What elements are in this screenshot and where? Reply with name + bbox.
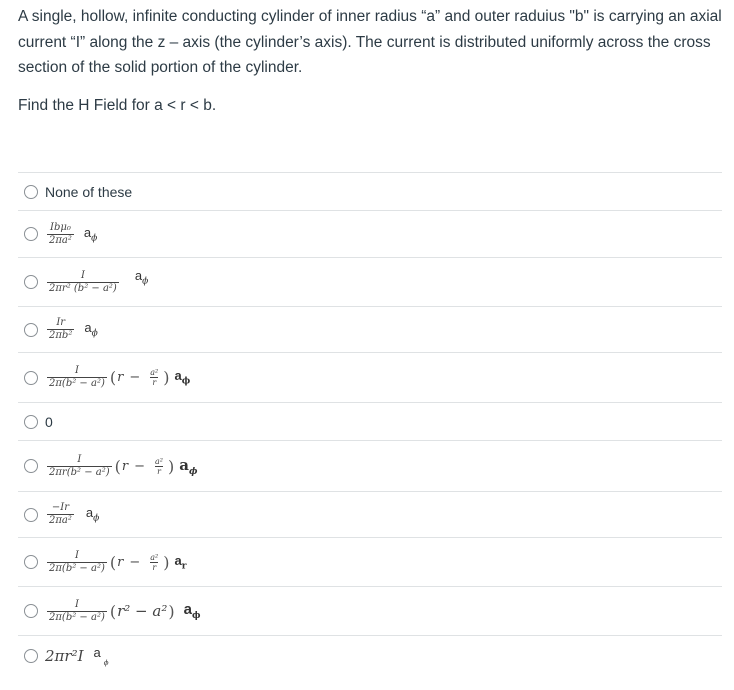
operator: − — [134, 458, 146, 474]
denominator: r — [155, 465, 163, 476]
question-body: A single, hollow, infinite conducting cy… — [18, 8, 722, 76]
unit-vector: aϕ — [179, 455, 198, 477]
numerator: a² — [150, 552, 159, 562]
math-expression: I 2π(b² − a²) (r − a² r ) aϕ — [47, 365, 191, 390]
denominator: 2πr(b² − a²) — [47, 465, 112, 478]
answer-option[interactable]: Ir 2πb² aϕ — [18, 307, 722, 352]
radio-button[interactable] — [24, 184, 38, 199]
unit-vector: aϕ — [93, 645, 109, 667]
inner-variable: r — [121, 458, 129, 474]
radio-button[interactable] — [24, 649, 38, 663]
unit-vector: aϕ — [83, 224, 98, 244]
denominator: 2πr² (b² − a²) — [47, 281, 119, 294]
numerator: −Ir — [51, 502, 69, 513]
unit-vector: aϕ — [134, 267, 149, 287]
radio-button[interactable] — [24, 507, 38, 522]
denominator: 2πa² — [47, 233, 74, 246]
inner-variable: r — [117, 554, 124, 570]
fraction: Ir 2πb² — [47, 317, 75, 342]
inner-expression: r² − a² — [117, 602, 168, 620]
numerator: a² — [150, 368, 159, 377]
fraction: I 2πr(b² − a²) — [47, 454, 112, 479]
unit-vector: aϕ — [84, 320, 98, 339]
numerator: I — [77, 453, 82, 465]
unit-vector: aϕ — [183, 601, 201, 621]
answer-label: None of these — [45, 183, 133, 200]
math-expression: I 2πr² (b² − a²) aϕ — [45, 267, 149, 295]
answer-label: 0 — [45, 413, 53, 430]
fraction: I 2π(b² − a²) — [47, 365, 107, 390]
numerator: I — [80, 269, 85, 281]
answer-option[interactable]: Ibμ₀ 2πa² aϕ — [18, 211, 722, 257]
operator: − — [129, 554, 141, 570]
math-expression: I 2π(b² − a²) (r² − a²) aϕ — [47, 598, 201, 624]
denominator: 2π(b² − a²) — [47, 561, 107, 574]
radio-button[interactable] — [24, 275, 38, 289]
answer-option-zero[interactable]: 0 — [18, 403, 722, 440]
answer-option[interactable]: 2πr²I aϕ — [18, 636, 722, 676]
question-prompt: Find the H Field for a < r < b. — [18, 96, 217, 114]
radio-button[interactable] — [24, 414, 38, 429]
answer-option-none-of-these[interactable]: None of these — [18, 173, 722, 210]
radio-button[interactable] — [24, 604, 38, 618]
numerator: Ir — [56, 317, 66, 328]
expression: 2πr²I — [45, 647, 84, 665]
unit-vector: aϕ — [85, 505, 100, 524]
answer-option[interactable]: I 2πr² (b² − a²) aϕ — [18, 258, 722, 306]
math-expression: 2πr²I aϕ — [45, 645, 109, 667]
answer-option[interactable]: I 2πr(b² − a²) (r − a² r ) aϕ — [18, 441, 722, 491]
radio-button[interactable] — [24, 370, 38, 385]
radio-button[interactable] — [24, 322, 38, 337]
fraction: Ibμ₀ 2πa² — [47, 222, 74, 247]
answer-option[interactable]: I 2π(b² − a²) (r − a² r ) aϕ — [18, 353, 722, 402]
radio-button[interactable] — [24, 459, 38, 473]
fraction: I 2π(b² − a²) — [47, 599, 107, 624]
inner-fraction: a² r — [148, 553, 160, 572]
radio-button[interactable] — [24, 227, 38, 241]
numerator: I — [74, 365, 79, 376]
numerator: I — [74, 549, 79, 561]
question-text-block: A single, hollow, infinite conducting cy… — [18, 4, 723, 118]
answer-option[interactable]: I 2π(b² − a²) (r² − a²) aϕ — [18, 587, 722, 635]
inner-fraction: a² r — [148, 368, 160, 387]
math-expression: Ir 2πb² aϕ — [45, 317, 98, 342]
operator: − — [129, 370, 141, 385]
math-expression: I 2πr(b² − a²) (r − a² r ) aϕ — [47, 453, 198, 479]
fraction: I 2πr² (b² − a²) — [47, 270, 119, 295]
unit-vector: aϕ — [174, 368, 191, 387]
fraction: −Ir 2πa² — [47, 502, 74, 527]
fraction: I 2π(b² − a²) — [47, 550, 107, 575]
math-expression: I 2π(b² − a²) (r − a² r ) ar — [47, 549, 187, 575]
inner-fraction: a² r — [153, 457, 165, 476]
radio-button[interactable] — [24, 555, 38, 569]
denominator: 2πb² — [47, 329, 75, 341]
denominator: 2π(b² − a²) — [47, 377, 107, 389]
denominator: 2π(b² − a²) — [47, 610, 107, 623]
math-expression: Ibμ₀ 2πa² aϕ — [45, 222, 97, 247]
answer-option[interactable]: −Ir 2πa² aϕ — [18, 492, 722, 537]
numerator: a² — [155, 456, 163, 466]
answer-list: None of these Ibμ₀ 2πa² aϕ I 2πr² (b² − … — [18, 172, 722, 676]
answer-option[interactable]: I 2π(b² − a²) (r − a² r ) ar — [18, 538, 722, 586]
unit-vector: ar — [174, 552, 187, 572]
denominator: r — [150, 377, 159, 387]
denominator: r — [150, 561, 159, 572]
denominator: 2πa² — [47, 514, 74, 526]
math-expression: −Ir 2πa² aϕ — [45, 502, 99, 527]
inner-variable: r — [117, 370, 124, 385]
numerator: I — [74, 598, 79, 610]
numerator: Ibμ₀ — [50, 221, 71, 233]
